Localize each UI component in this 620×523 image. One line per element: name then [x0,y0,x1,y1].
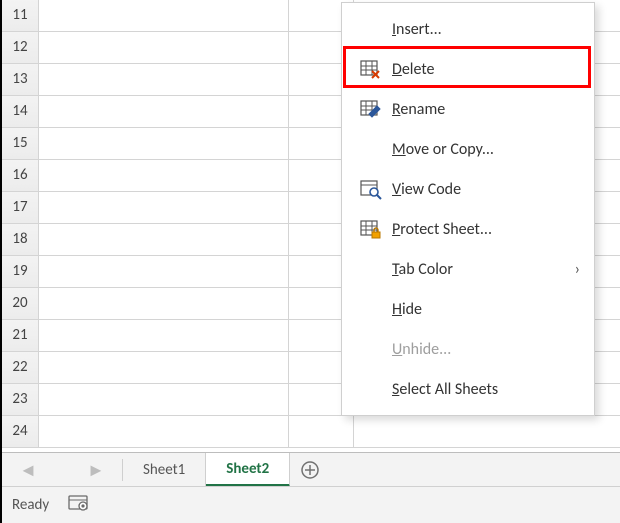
cell[interactable] [39,64,289,96]
viewcode-icon [354,179,386,199]
menu-item-label: Move or Copy... [386,140,580,159]
cell[interactable] [39,352,289,384]
table-delete-icon [360,59,380,79]
menu-item-select-all[interactable]: Select All Sheets [342,369,594,409]
menu-item-label: Rename [386,100,580,119]
menu-item-label: Protect Sheet... [386,220,580,239]
protect-icon [354,219,386,239]
row-header[interactable]: 15 [2,128,39,160]
rename-icon [354,99,386,119]
menu-item-insert[interactable]: Insert... [342,9,594,49]
cell[interactable] [39,128,289,160]
row-header[interactable]: 13 [2,64,39,96]
menu-item-label: View Code [386,180,580,199]
cell[interactable] [39,416,289,448]
cell[interactable] [39,256,289,288]
cell[interactable] [39,224,289,256]
new-sheet-button[interactable] [290,453,330,487]
row-header[interactable]: 20 [2,288,39,320]
sheet-tab-sheet2[interactable]: Sheet2 [206,453,290,487]
macro-record-icon[interactable] [69,495,89,516]
sheet-nav-next[interactable]: ► [87,459,105,481]
row-header[interactable]: 16 [2,160,39,192]
cell[interactable] [289,416,355,448]
row-header[interactable]: 14 [2,96,39,128]
menu-item-label: Select All Sheets [386,380,580,399]
menu-item-move-copy[interactable]: Move or Copy... [342,129,594,169]
cell[interactable] [39,32,289,64]
row-header[interactable]: 21 [2,320,39,352]
cell[interactable] [354,416,620,448]
row-header[interactable]: 24 [2,416,39,448]
row-header[interactable]: 11 [2,0,39,32]
menu-item-hide[interactable]: Hide [342,289,594,329]
cell[interactable] [39,288,289,320]
sheet-tab-sheet1[interactable]: Sheet1 [123,453,206,487]
row-header[interactable]: 22 [2,352,39,384]
sheet-context-menu: Insert... Delete Rename Move or Copy... View… [341,2,595,416]
menu-item-label: Insert... [386,20,580,39]
row-header[interactable]: 18 [2,224,39,256]
grid-row: 24 [2,416,620,448]
submenu-arrow-icon: › [575,260,580,279]
sheet-nav-prev[interactable]: ◄ [19,459,37,481]
menu-item-tab-color[interactable]: Tab Color› [342,249,594,289]
table-rename-icon [360,99,380,119]
cell[interactable] [39,96,289,128]
menu-item-rename[interactable]: Rename [342,89,594,129]
workspace: 1112131415161718192021222324 ◄ ► Sheet1S… [0,0,620,523]
cell[interactable] [39,160,289,192]
menu-item-label: Tab Color [386,260,575,279]
row-header[interactable]: 23 [2,384,39,416]
menu-item-unhide: Unhide... [342,329,594,369]
sheet-tab-bar: ◄ ► Sheet1Sheet2 [2,452,620,487]
menu-item-delete[interactable]: Delete [342,49,594,89]
menu-item-label: Unhide... [386,340,580,359]
cell[interactable] [39,192,289,224]
cell[interactable] [39,320,289,352]
cell[interactable] [39,0,289,32]
menu-item-protect[interactable]: Protect Sheet... [342,209,594,249]
status-bar: Ready [2,486,620,523]
view-code-icon [360,179,380,199]
row-header[interactable]: 17 [2,192,39,224]
delete-icon [354,59,386,79]
row-header[interactable]: 12 [2,32,39,64]
plus-circle-icon [300,460,320,480]
menu-item-label: Delete [386,60,580,79]
menu-item-view-code[interactable]: View Code [342,169,594,209]
sheet-nav-group: ◄ ► [2,453,122,487]
row-header[interactable]: 19 [2,256,39,288]
menu-item-label: Hide [386,300,580,319]
status-text: Ready [12,496,49,514]
cell[interactable] [39,384,289,416]
protect-sheet-icon [360,219,380,239]
